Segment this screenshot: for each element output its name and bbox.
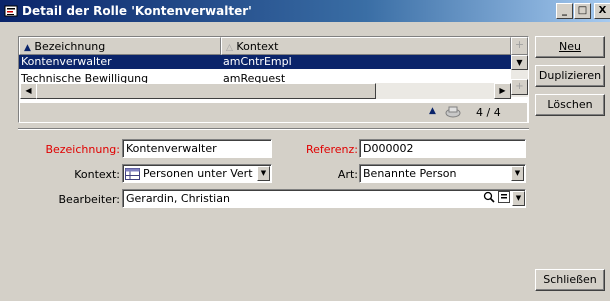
column-header-bezeichnung[interactable]: ▲ Bezeichnung (19, 37, 221, 55)
table-icon (125, 168, 140, 180)
role-detail-icon (4, 5, 18, 17)
bearbeiter-dropdown-button[interactable]: ▼ (512, 191, 525, 206)
cell-bezeichnung: Technische Bewilligung (21, 72, 149, 83)
new-button[interactable]: Neu (535, 36, 605, 58)
column-header-label: Bezeichnung (34, 40, 106, 53)
close-button[interactable]: X (594, 3, 610, 19)
cell-kontext: amRequest (223, 72, 286, 83)
bezeichnung-field[interactable]: Kontenverwalter (122, 139, 272, 158)
new-button-label: Neu (559, 40, 581, 53)
sort-up-icon[interactable]: ▲ (429, 106, 436, 116)
kontext-value: Personen unter Vert (143, 167, 253, 180)
bearbeiter-label: Bearbeiter: (58, 193, 121, 206)
vertical-scrollbar[interactable]: ▼ + (511, 55, 528, 97)
maximize-button[interactable]: □ (574, 3, 591, 19)
window-title: Detail der Rolle 'Kontenverwalter' (22, 4, 252, 18)
cell-bezeichnung: Kontenverwalter (21, 55, 112, 68)
referenz-label: Referenz: (305, 143, 358, 156)
role-list[interactable]: ▲ Bezeichnung △ Kontext + Kontenverwalte… (18, 36, 529, 123)
delete-button[interactable]: Löschen (535, 94, 605, 116)
art-value: Benannte Person (363, 167, 457, 180)
scroll-right-button[interactable]: ▶ (494, 83, 511, 99)
search-icon[interactable] (482, 191, 496, 206)
title-bar[interactable]: Detail der Rolle 'Kontenverwalter' _ □ X (0, 0, 610, 22)
duplicate-button[interactable]: Duplizieren (535, 65, 605, 87)
referenz-field[interactable]: D000002 (359, 139, 526, 158)
cell-kontext: amCntrEmpl (223, 55, 292, 68)
minimize-button[interactable]: _ (556, 3, 573, 19)
kontext-label: Kontext: (74, 168, 120, 181)
scroll-left-button[interactable]: ◀ (20, 83, 37, 99)
bezeichnung-label: Bezeichnung: (45, 143, 120, 156)
bearbeiter-value: Gerardin, Christian (126, 192, 230, 205)
list-status-bar: ▲ 4 / 4 (20, 103, 527, 122)
scroll-down-button[interactable]: ▼ (511, 55, 528, 70)
column-header-kontext[interactable]: △ Kontext (221, 37, 511, 55)
kontext-field[interactable]: Personen unter Vert ▼ (122, 164, 272, 183)
horizontal-scrollbar[interactable]: ◀ ▶ (20, 83, 511, 99)
art-dropdown-button[interactable]: ▼ (511, 166, 524, 181)
art-label: Art: (337, 168, 358, 181)
add-row-button[interactable]: + (511, 79, 528, 95)
sort-none-icon: △ (226, 43, 233, 53)
column-header-label: Kontext (236, 40, 279, 53)
close-dialog-button[interactable]: Schließen (535, 269, 605, 291)
bearbeiter-field[interactable]: Gerardin, Christian ▼ (122, 189, 526, 208)
sort-ascending-icon: ▲ (24, 43, 31, 53)
scroll-thumb[interactable] (36, 83, 376, 99)
list-row[interactable]: Technische Bewilligung amRequest (19, 69, 511, 83)
list-row[interactable]: Kontenverwalter amCntrEmpl (19, 55, 511, 69)
record-counter: 4 / 4 (476, 106, 501, 119)
details-icon[interactable] (497, 191, 511, 206)
kontext-dropdown-button[interactable]: ▼ (257, 166, 270, 181)
column-chooser-button[interactable]: + (511, 37, 528, 55)
separator (18, 128, 529, 130)
detail-window: Detail der Rolle 'Kontenverwalter' _ □ X… (0, 0, 610, 301)
art-select[interactable]: Benannte Person ▼ (359, 164, 526, 183)
filter-eraser-icon[interactable] (444, 105, 462, 119)
